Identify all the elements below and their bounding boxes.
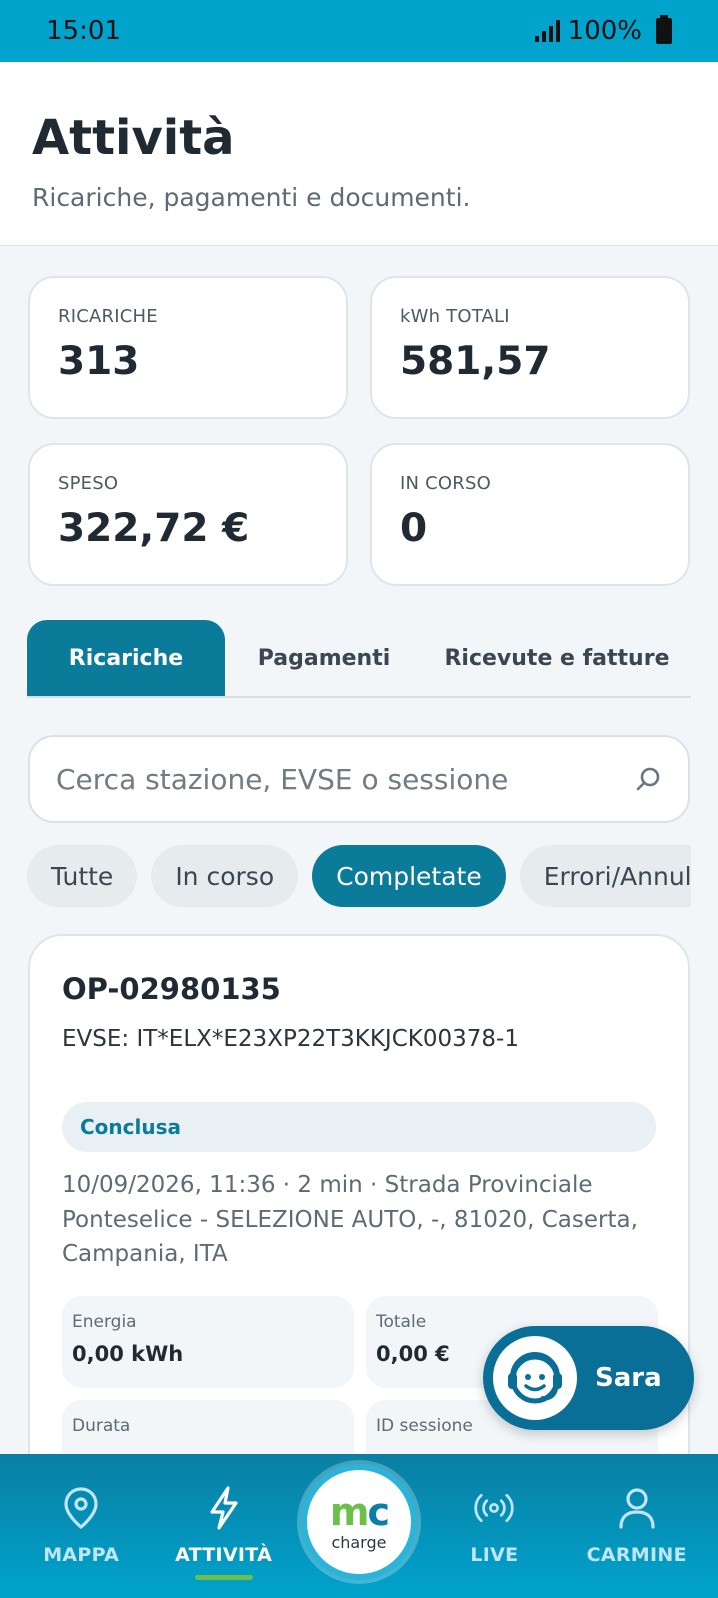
battery-percent: 100% (567, 16, 642, 46)
nav-label: LIVE (470, 1544, 519, 1566)
metric-label: Energia (72, 1311, 137, 1332)
stat-card-speso: SPESO 322,72 € (28, 443, 348, 586)
home-logo-button[interactable]: mc charge (300, 1464, 417, 1580)
filter-chip-tutte[interactable]: Tutte (27, 845, 138, 907)
tab-ricariche[interactable]: Ricariche (27, 620, 225, 696)
nav-item-carmine[interactable]: CARMINE (572, 1486, 702, 1566)
stat-value: 313 (58, 339, 140, 384)
nav-label: ATTIVITÀ (175, 1544, 273, 1566)
bottom-nav: MAPPA ATTIVITÀ mc charge LIVE CARMINE (0, 1454, 718, 1598)
search-box (28, 735, 690, 823)
stat-value: 0 (400, 506, 428, 551)
signal-icon (534, 20, 560, 42)
stat-value: 322,72 € (58, 506, 250, 551)
stat-card-in-corso: IN CORSO 0 (370, 443, 690, 586)
user-icon (619, 1488, 655, 1529)
page-title: Attività (32, 110, 235, 166)
nav-item-attivita[interactable]: ATTIVITÀ (159, 1486, 289, 1580)
battery-icon (656, 15, 672, 44)
status-indicators: 100% (534, 15, 672, 46)
tab-bar: Ricariche Pagamenti Ricevute e fatture (27, 620, 691, 698)
stat-card-kwh: kWh TOTALI 581,57 (370, 276, 690, 419)
session-description: 10/09/2026, 11:36 · 2 min · Strada Provi… (62, 1172, 638, 1267)
status-bar: 15:01 100% (0, 0, 718, 62)
metric-label: Durata (72, 1415, 131, 1436)
nav-label: CARMINE (586, 1544, 687, 1566)
stat-label: kWh TOTALI (400, 306, 510, 327)
filter-chip-errori[interactable]: Errori/Annullate (519, 845, 691, 907)
metric-energia: Energia 0,00 kWh (62, 1295, 354, 1388)
stat-label: SPESO (58, 473, 119, 494)
filter-chips: Tutte In corso Completate Errori/Annulla… (27, 845, 691, 909)
status-time: 15:01 (46, 16, 121, 46)
tab-pagamenti[interactable]: Pagamenti (225, 620, 423, 696)
brand-logo-icon: mc (329, 1489, 390, 1534)
nav-item-mappa[interactable]: MAPPA (16, 1486, 146, 1566)
session-id: OP-02980135 (62, 972, 281, 1006)
tab-ricevute-fatture[interactable]: Ricevute e fatture (423, 620, 691, 696)
page-header: Attività Ricariche, pagamenti e document… (0, 62, 718, 246)
lightning-icon (209, 1486, 238, 1530)
nav-label: MAPPA (43, 1544, 120, 1566)
status-badge: Conclusa (62, 1102, 656, 1152)
stat-label: IN CORSO (400, 473, 491, 494)
session-evse: EVSE: IT*ELX*E23XP22T3KKJCK00378-1 (62, 1026, 519, 1052)
search-input[interactable] (56, 762, 634, 796)
assistant-button[interactable]: Sara (483, 1326, 694, 1430)
metric-value: 0,00 kWh (72, 1341, 184, 1366)
broadcast-icon (474, 1493, 514, 1523)
filter-chip-in-corso[interactable]: In corso (151, 845, 299, 907)
stat-value: 581,57 (400, 339, 551, 384)
logo-subtitle: charge (331, 1532, 387, 1552)
nav-item-live[interactable]: LIVE (429, 1486, 559, 1566)
page-subtitle: Ricariche, pagamenti e documenti. (32, 182, 471, 212)
map-pin-icon (64, 1487, 98, 1530)
stat-label: RICARICHE (58, 306, 158, 327)
assistant-avatar (493, 1336, 577, 1420)
headset-smiley-icon (508, 1352, 562, 1404)
filter-chip-completate[interactable]: Completate (312, 845, 506, 907)
search-icon[interactable] (634, 765, 662, 793)
assistant-label: Sara (595, 1363, 662, 1393)
stat-card-ricariche: RICARICHE 313 (28, 276, 348, 419)
stats-grid: RICARICHE 313 kWh TOTALI 581,57 SPESO 32… (28, 276, 690, 586)
